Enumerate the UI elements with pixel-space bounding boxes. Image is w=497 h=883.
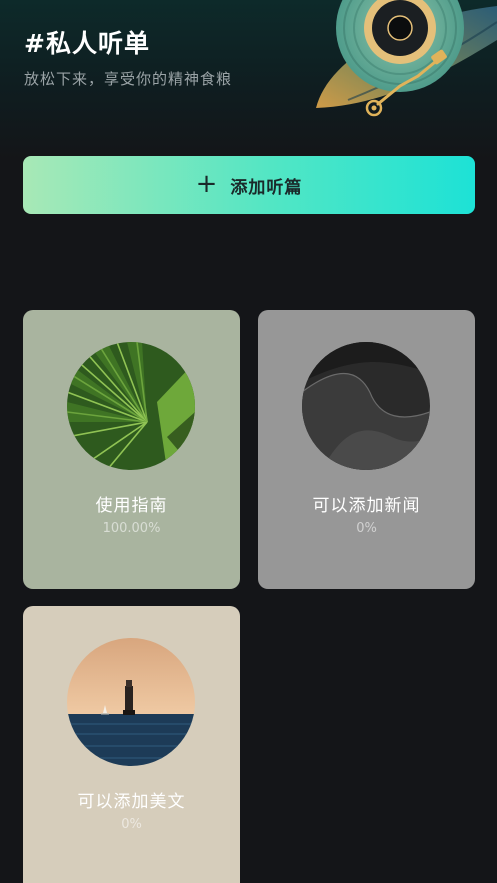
- add-listening-button[interactable]: + 添加听篇: [23, 156, 475, 214]
- vinyl-record-illustration: [316, 0, 497, 117]
- card-progress: 0%: [356, 521, 377, 536]
- palm-leaf-thumbnail: [67, 342, 195, 470]
- card-title: 可以添加美文: [77, 792, 186, 812]
- card-progress: 0%: [121, 817, 142, 832]
- card-progress: 100.00%: [102, 521, 161, 536]
- lighthouse-sea-thumbnail: [67, 638, 195, 766]
- plus-icon: +: [195, 168, 219, 199]
- page-title: #私人听单: [24, 29, 150, 58]
- card-title: 使用指南: [95, 496, 168, 516]
- sand-dunes-thumbnail: [302, 342, 430, 470]
- listening-card-essay[interactable]: 可以添加美文 0%: [23, 606, 240, 883]
- listening-card-guide[interactable]: 使用指南 100.00%: [23, 310, 240, 589]
- page-subtitle: 放松下来，享受你的精神食粮: [24, 70, 233, 88]
- add-listening-label: 添加听篇: [230, 177, 303, 198]
- card-title: 可以添加新闻: [312, 496, 421, 516]
- listening-card-news[interactable]: 可以添加新闻 0%: [258, 310, 475, 589]
